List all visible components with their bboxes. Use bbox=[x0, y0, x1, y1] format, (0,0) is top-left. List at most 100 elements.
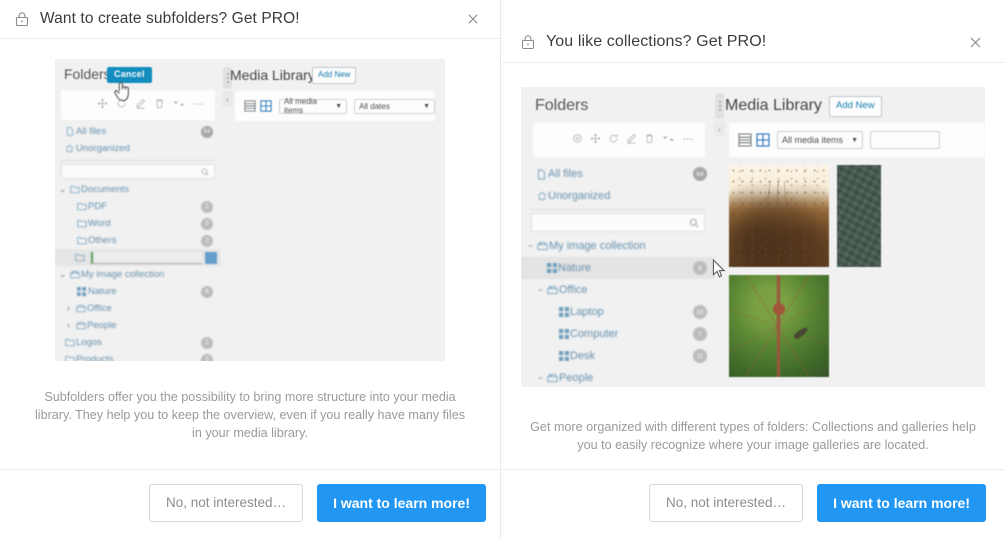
tree-toggle-icon[interactable]: − bbox=[535, 285, 546, 295]
tree-item[interactable]: Logos 1 bbox=[55, 334, 221, 351]
tree-item[interactable]: − My image collection bbox=[521, 235, 715, 257]
tree-item[interactable]: − People bbox=[521, 367, 715, 387]
tree-item[interactable]: Others 2 bbox=[55, 232, 221, 249]
trash-icon[interactable] bbox=[644, 131, 655, 149]
tree-item-label: Nature bbox=[558, 262, 592, 274]
folder-name-input[interactable] bbox=[90, 251, 202, 264]
tree-item[interactable]: › People bbox=[55, 317, 221, 334]
decline-button[interactable]: No, not interested… bbox=[149, 484, 304, 522]
tree-toggle-icon[interactable]: › bbox=[63, 321, 74, 330]
left-folder-toolbar bbox=[61, 90, 215, 120]
tree-item[interactable]: Unorganized bbox=[55, 140, 221, 157]
trash-icon[interactable] bbox=[154, 96, 165, 114]
right-folder-search-input[interactable] bbox=[531, 213, 705, 232]
gallery-icon bbox=[545, 263, 558, 273]
media-type-filter[interactable]: All media items ▼ bbox=[777, 131, 863, 149]
close-icon[interactable] bbox=[462, 8, 484, 30]
tree-toggle-icon[interactable]: − bbox=[525, 241, 536, 251]
handle-dot bbox=[226, 81, 229, 83]
edit-icon[interactable] bbox=[135, 96, 146, 114]
tree-item-badge: 11 bbox=[693, 349, 707, 363]
file-icon bbox=[535, 169, 548, 180]
date-filter[interactable]: All dates ▼ bbox=[354, 98, 435, 114]
move-icon[interactable] bbox=[590, 131, 601, 149]
tree-item[interactable]: Word 0 bbox=[55, 215, 221, 232]
chevron-down-icon: ▼ bbox=[423, 102, 430, 110]
tree-toggle-icon[interactable]: › bbox=[63, 304, 74, 313]
decline-button[interactable]: No, not interested… bbox=[649, 484, 804, 522]
tree-item[interactable]: All files 64 bbox=[55, 123, 221, 140]
tree-item[interactable]: Unorganized bbox=[521, 185, 715, 207]
save-icon[interactable] bbox=[205, 251, 217, 264]
tree-item[interactable]: Computer 7 bbox=[521, 323, 715, 345]
more-icon[interactable] bbox=[682, 131, 695, 149]
file-icon bbox=[63, 127, 76, 136]
panel-drag-handle[interactable] bbox=[715, 93, 724, 119]
tree-item-label: Laptop bbox=[570, 306, 604, 318]
lock-icon bbox=[14, 11, 30, 27]
learn-more-button[interactable]: I want to learn more! bbox=[817, 484, 986, 522]
close-icon[interactable] bbox=[964, 31, 986, 53]
right-modal-title: You like collections? Get PRO! bbox=[546, 33, 767, 50]
refresh-icon[interactable] bbox=[608, 131, 619, 149]
date-filter[interactable] bbox=[870, 131, 940, 149]
add-new-button[interactable]: Add New bbox=[829, 96, 882, 117]
chevron-down-icon: ▼ bbox=[851, 136, 858, 144]
tree-item[interactable]: Desk 11 bbox=[521, 345, 715, 367]
handle-dot bbox=[718, 109, 721, 111]
tree-item-badge: 64 bbox=[201, 125, 213, 138]
tree-item[interactable]: − Office bbox=[521, 279, 715, 301]
target-icon[interactable] bbox=[572, 131, 583, 149]
media-thumbnail[interactable] bbox=[729, 165, 829, 267]
screen: Want to create subfolders? Get PRO! Fold… bbox=[0, 0, 1004, 538]
tree-item-label: Desk bbox=[570, 350, 596, 362]
tree-item[interactable]: ⌄ Documents bbox=[55, 181, 221, 198]
list-view-icon[interactable] bbox=[243, 100, 256, 113]
list-view-icon[interactable] bbox=[737, 133, 752, 148]
media-type-filter[interactable]: All media items ▼ bbox=[279, 97, 348, 115]
tree-item[interactable]: PDF 1 bbox=[55, 198, 221, 215]
lock-icon bbox=[520, 34, 536, 50]
tree-item[interactable]: Nature 6 bbox=[55, 283, 221, 300]
search-icon bbox=[689, 218, 699, 227]
add-new-button[interactable]: Add New bbox=[312, 67, 357, 84]
gallery-icon bbox=[557, 329, 570, 339]
tree-toggle-icon[interactable]: − bbox=[535, 373, 546, 383]
folder-icon bbox=[68, 185, 81, 194]
grid-view-icon[interactable] bbox=[259, 100, 272, 113]
tree-item[interactable]: All files 64 bbox=[521, 163, 715, 185]
panel-collapse-toggle[interactable]: ‹ bbox=[222, 91, 233, 107]
grid-view-icon[interactable] bbox=[755, 133, 770, 148]
handle-dot bbox=[226, 73, 229, 75]
media-thumbnail[interactable] bbox=[837, 165, 881, 267]
collection-icon bbox=[546, 373, 559, 383]
left-modal-header: Want to create subfolders? Get PRO! bbox=[0, 0, 500, 38]
tree-divider bbox=[61, 160, 215, 161]
right-media-toolbar: All media items ▼ bbox=[729, 123, 985, 157]
learn-more-button[interactable]: I want to learn more! bbox=[317, 484, 486, 522]
collection-icon bbox=[546, 285, 559, 295]
right-folders-panel: Folders All files 64 Unorganized − My im… bbox=[521, 87, 715, 387]
date-filter-value: All dates bbox=[359, 101, 390, 111]
tree-item[interactable]: Laptop 10 bbox=[521, 301, 715, 323]
tree-item[interactable]: ⌄ My image collection bbox=[55, 266, 221, 283]
left-folder-search-input[interactable] bbox=[61, 164, 215, 179]
tree-toggle-icon[interactable]: ⌄ bbox=[57, 185, 68, 194]
tree-item-label: Office bbox=[87, 303, 112, 314]
tree-toggle-icon[interactable]: ⌄ bbox=[57, 270, 68, 279]
media-thumbnail[interactable] bbox=[729, 275, 829, 377]
move-icon[interactable] bbox=[97, 96, 108, 114]
edit-icon[interactable] bbox=[626, 131, 637, 149]
gallery-icon bbox=[75, 287, 88, 296]
more-icon[interactable] bbox=[193, 96, 205, 114]
folder-icon bbox=[63, 355, 76, 361]
panel-collapse-toggle[interactable]: ‹ bbox=[714, 121, 725, 137]
tree-item[interactable]: Products 0 bbox=[55, 351, 221, 361]
tree-item-label: Logos bbox=[76, 337, 102, 348]
sort-icon[interactable] bbox=[662, 131, 675, 149]
tree-item[interactable]: › Office bbox=[55, 300, 221, 317]
sort-icon[interactable] bbox=[173, 96, 185, 114]
tree-item-selected[interactable]: Nature 6 bbox=[521, 257, 715, 279]
tree-item-badge: 0 bbox=[201, 217, 213, 230]
folder-rename-row[interactable] bbox=[55, 249, 221, 266]
